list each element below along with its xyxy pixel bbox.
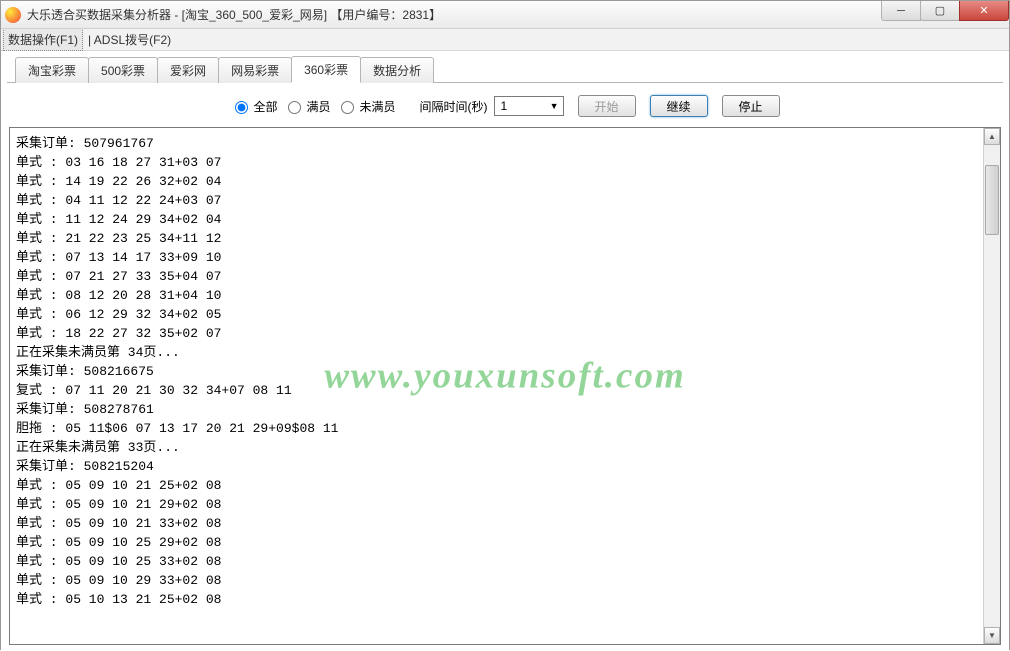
minimize-button[interactable]: ─ [881,1,921,21]
menubar: 数据操作(F1) | ADSL拨号(F2) [1,29,1009,51]
continue-button[interactable]: 继续 [650,95,708,117]
scroll-track[interactable] [984,145,1000,627]
tab-analysis[interactable]: 数据分析 [360,57,434,83]
log-text[interactable]: 采集订单: 507961767 单式 : 03 16 18 27 31+03 0… [10,128,1000,644]
app-icon [5,7,21,23]
maximize-button[interactable]: ▢ [920,1,960,21]
close-button[interactable]: ✕ [959,1,1009,21]
window-controls: ─ ▢ ✕ [882,1,1009,21]
menu-adsl[interactable]: | ADSL拨号(F2) [83,28,176,51]
interval-label: 间隔时间(秒) [420,98,488,115]
tabstrip: 淘宝彩票 500彩票 爱彩网 网易彩票 360彩票 数据分析 [7,57,1003,83]
interval-select[interactable]: 1 ▼ [494,96,564,116]
radio-full[interactable]: 满员 [283,98,330,115]
titlebar: 大乐透合买数据采集分析器 - [淘宝_360_500_爱彩_网易] 【用户编号：… [1,1,1009,29]
vertical-scrollbar[interactable]: ▲ ▼ [983,128,1000,644]
tab-netease[interactable]: 网易彩票 [218,57,292,83]
scroll-up-icon[interactable]: ▲ [984,128,1000,145]
dropdown-arrow-icon: ▼ [550,101,559,111]
log-panel: 采集订单: 507961767 单式 : 03 16 18 27 31+03 0… [9,127,1001,645]
scroll-down-icon[interactable]: ▼ [984,627,1000,644]
scroll-thumb[interactable] [985,165,999,235]
radio-all-input[interactable] [235,101,248,114]
client-area: 淘宝彩票 500彩票 爱彩网 网易彩票 360彩票 数据分析 全部 满员 未满员… [1,51,1009,651]
tab-360[interactable]: 360彩票 [291,56,361,83]
radio-notfull-input[interactable] [341,101,354,114]
radio-full-input[interactable] [288,101,301,114]
radio-all[interactable]: 全部 [230,98,277,115]
stop-button[interactable]: 停止 [722,95,780,117]
interval-value: 1 [501,99,508,113]
tab-taobao[interactable]: 淘宝彩票 [15,57,89,83]
radio-notfull[interactable]: 未满员 [336,98,395,115]
start-button[interactable]: 开始 [578,95,636,117]
tab-aicai[interactable]: 爱彩网 [157,57,219,83]
window-title: 大乐透合买数据采集分析器 - [淘宝_360_500_爱彩_网易] 【用户编号：… [27,6,441,23]
menu-data-ops[interactable]: 数据操作(F1) [3,28,83,51]
tab-500[interactable]: 500彩票 [88,57,158,83]
controls-row: 全部 满员 未满员 间隔时间(秒) 1 ▼ 开始 继续 停止 [7,83,1003,127]
